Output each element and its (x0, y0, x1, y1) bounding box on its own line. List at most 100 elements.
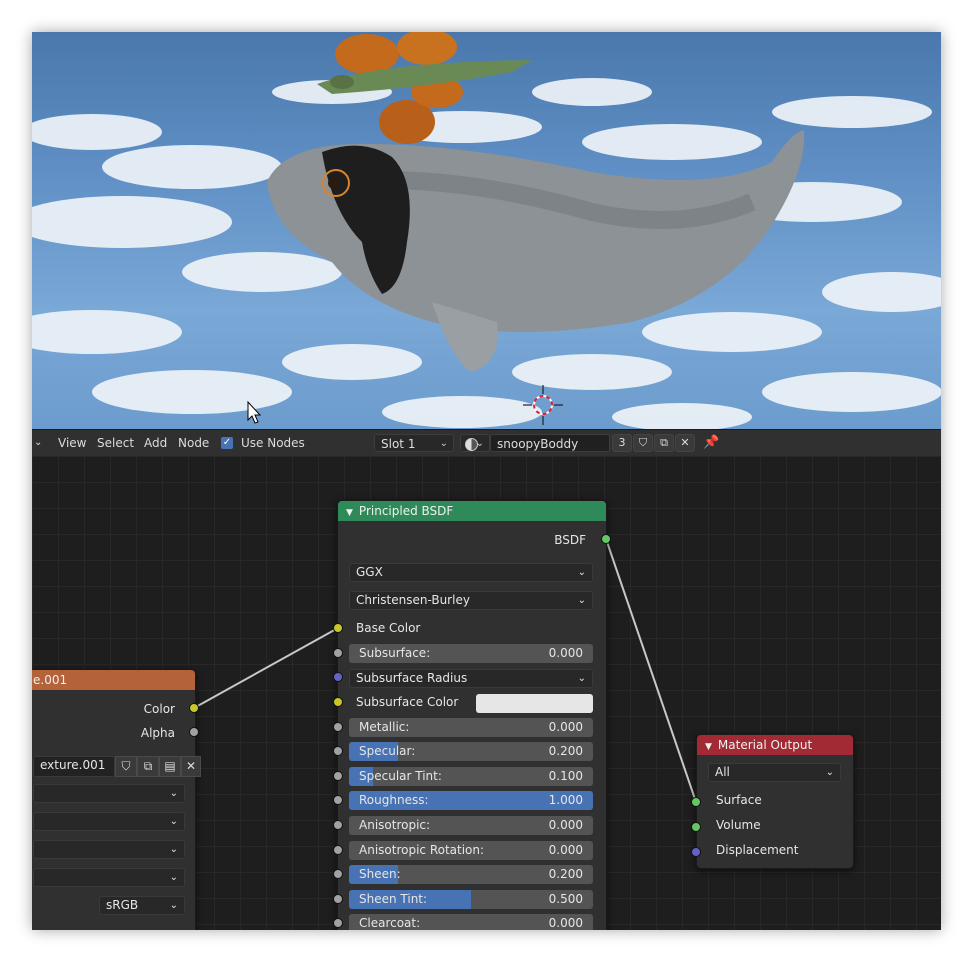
socket-surface-input[interactable] (691, 797, 701, 807)
output-color-label: Color (143, 702, 175, 716)
chevron-down-icon: ⌄ (577, 673, 586, 684)
socket-sheen-tint[interactable] (333, 894, 343, 904)
socket-base-color[interactable] (333, 623, 343, 633)
material-name: snoopyBoddy (497, 437, 579, 451)
distribution-value: GGX (356, 565, 383, 579)
slider-sheen-tint[interactable]: Sheen Tint: 0.500 (349, 890, 593, 909)
target-dropdown[interactable]: All ⌄ (708, 763, 841, 782)
image-name-field[interactable]: exture.001 (33, 756, 115, 777)
material-name-field[interactable]: snoopyBoddy (490, 434, 610, 452)
socket-subsurface-color[interactable] (333, 697, 343, 707)
interpolation-dropdown[interactable]: ⌄ (33, 784, 185, 803)
viewport-scene (32, 32, 941, 429)
slider-label: Sheen Tint: (359, 892, 428, 906)
slider-metallic[interactable]: Metallic: 0.000 (349, 718, 593, 737)
image-texture-node[interactable]: e.001 Color Alpha exture.001 ⛉ ⧉ ▤ ✕ ⌄ ⌄… (32, 669, 201, 930)
socket-displacement-input[interactable] (691, 847, 701, 857)
socket-metallic[interactable] (333, 722, 343, 732)
surface-input-label: Surface (716, 793, 762, 807)
collapse-triangle-icon[interactable]: ▼ (705, 742, 712, 752)
subsurface-method-value: Christensen-Burley (356, 593, 470, 607)
use-nodes-checkbox[interactable]: ✓ (221, 437, 233, 449)
node-editor-canvas[interactable]: e.001 Color Alpha exture.001 ⛉ ⧉ ▤ ✕ ⌄ ⌄… (32, 456, 941, 930)
slider-specular-tint[interactable]: Specular Tint: 0.100 (349, 767, 593, 786)
slider-anisotropic[interactable]: Anisotropic: 0.000 (349, 816, 593, 835)
editor-type-chevron-icon[interactable]: ⌄ (34, 430, 42, 456)
chevron-down-icon: ⌄ (577, 567, 586, 578)
socket-anisotropic-rotation[interactable] (333, 845, 343, 855)
menu-add[interactable]: Add (144, 430, 167, 456)
source-dropdown[interactable]: ⌄ (33, 868, 185, 887)
duplicate-image-icon[interactable]: ⧉ (137, 756, 159, 777)
base-color-label: Base Color (356, 621, 421, 635)
slider-label: Specular Tint: (359, 769, 442, 783)
material-output-node[interactable]: ▼ Material Output All ⌄ Surface Volume Di… (696, 734, 854, 869)
slider-clearcoat[interactable]: Clearcoat: 0.000 (349, 914, 593, 930)
slider-value: 0.100 (548, 769, 583, 783)
fake-user-shield-icon[interactable]: ⛉ (633, 434, 653, 452)
slider-subsurface[interactable]: Subsurface: 0.000 (349, 644, 593, 663)
distribution-dropdown[interactable]: GGX ⌄ (349, 563, 593, 582)
socket-subsurface[interactable] (333, 648, 343, 658)
chevron-down-icon: ⌄ (169, 900, 178, 911)
slider-value: 1.000 (548, 793, 583, 807)
material-browse-button[interactable]: ⌄ (460, 434, 490, 452)
displacement-input-label: Displacement (716, 843, 799, 857)
principled-bsdf-title[interactable]: ▼ Principled BSDF (338, 501, 606, 521)
3d-viewport[interactable] (32, 32, 941, 429)
slider-label: Anisotropic Rotation: (359, 843, 485, 857)
socket-alpha-output[interactable] (189, 727, 199, 737)
socket-roughness[interactable] (333, 795, 343, 805)
socket-specular[interactable] (333, 746, 343, 756)
collapse-triangle-icon[interactable]: ▼ (346, 508, 353, 518)
extension-dropdown[interactable]: ⌄ (33, 840, 185, 859)
projection-dropdown[interactable]: ⌄ (33, 812, 185, 831)
slider-value: 0.000 (548, 646, 583, 660)
chevron-down-icon: ⌄ (169, 844, 178, 855)
chevron-down-icon: ⌄ (475, 438, 484, 449)
image-texture-node-title[interactable]: e.001 (32, 670, 195, 690)
color-space-dropdown[interactable]: sRGB ⌄ (99, 896, 185, 915)
subsurface-color-swatch[interactable] (476, 694, 593, 713)
target-value: All (715, 765, 730, 779)
slider-label: Clearcoat: (359, 916, 421, 930)
material-output-title[interactable]: ▼ Material Output (697, 735, 853, 755)
material-output-title-text: Material Output (717, 738, 813, 752)
socket-anisotropic[interactable] (333, 820, 343, 830)
unlink-image-close-icon[interactable]: ✕ (181, 756, 201, 777)
unlink-close-icon[interactable]: ✕ (675, 434, 695, 452)
slider-label: Specular: (359, 744, 416, 758)
subsurface-radius-dropdown[interactable]: Subsurface Radius ⌄ (349, 669, 593, 688)
socket-bsdf-output[interactable] (601, 534, 611, 544)
socket-specular-tint[interactable] (333, 771, 343, 781)
menu-select[interactable]: Select (97, 430, 134, 456)
socket-subsurface-radius[interactable] (333, 672, 343, 682)
slider-roughness[interactable]: Roughness: 1.000 (349, 791, 593, 810)
slot-dropdown[interactable]: Slot 1 ⌄ (374, 434, 454, 452)
socket-volume-input[interactable] (691, 822, 701, 832)
chevron-down-icon: ⌄ (169, 872, 178, 883)
slider-value: 0.200 (548, 744, 583, 758)
slider-sheen[interactable]: Sheen: 0.200 (349, 865, 593, 884)
image-name: exture.001 (40, 758, 106, 772)
principled-bsdf-node[interactable]: ▼ Principled BSDF BSDF GGX ⌄ Christensen-… (337, 500, 607, 930)
pin-icon[interactable]: 📌 (703, 430, 719, 456)
slider-anisotropic-rotation[interactable]: Anisotropic Rotation: 0.000 (349, 841, 593, 860)
output-alpha-label: Alpha (140, 726, 175, 740)
socket-sheen[interactable] (333, 869, 343, 879)
link-color-to-basecolor (193, 627, 339, 709)
socket-color-output[interactable] (189, 703, 199, 713)
menu-node[interactable]: Node (178, 430, 209, 456)
slider-specular[interactable]: Specular: 0.200 (349, 742, 593, 761)
menu-view[interactable]: View (58, 430, 86, 456)
open-image-icon[interactable]: ▤ (159, 756, 181, 777)
subsurface-method-dropdown[interactable]: Christensen-Burley ⌄ (349, 591, 593, 610)
slider-value: 0.000 (548, 720, 583, 734)
slider-label: Metallic: (359, 720, 410, 734)
slider-value: 0.200 (548, 867, 583, 881)
slot-value: Slot 1 (381, 437, 416, 451)
fake-user-shield-icon[interactable]: ⛉ (115, 756, 137, 777)
duplicate-material-icon[interactable]: ⧉ (654, 434, 674, 452)
socket-clearcoat[interactable] (333, 918, 343, 928)
user-count[interactable]: 3 (612, 434, 632, 452)
